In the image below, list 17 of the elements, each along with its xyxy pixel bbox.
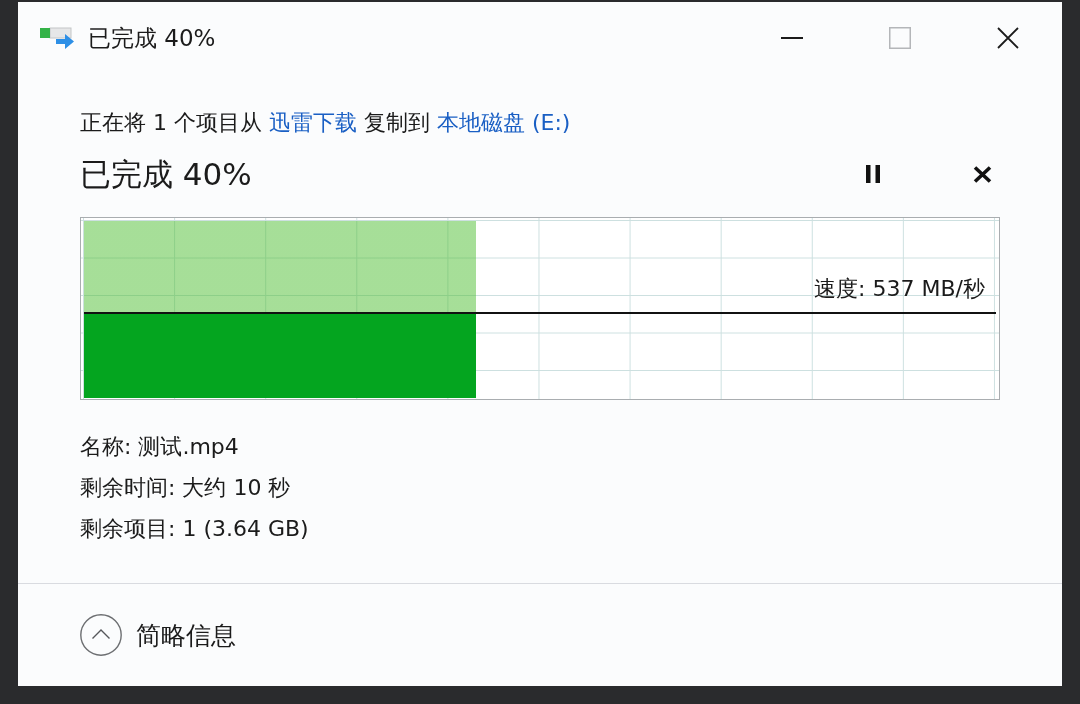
- close-icon: [997, 27, 1019, 49]
- details-toggle-button[interactable]: 简略信息: [80, 614, 236, 656]
- location-link[interactable]: 本地磁盘 (E:): [437, 110, 571, 135]
- location-link[interactable]: 迅雷下载: [269, 110, 357, 135]
- minimize-icon: [781, 37, 803, 39]
- copy-files-icon: [40, 27, 74, 49]
- window-title: 已完成 40%: [88, 23, 217, 53]
- maximize-icon: [889, 27, 911, 49]
- detail-text: 名称: 测试.mp4: [80, 433, 239, 461]
- chevron-up-circle-icon: [80, 614, 122, 656]
- cancel-icon: [972, 165, 992, 183]
- progress-heading: 已完成 40%: [80, 155, 253, 194]
- detail-text: 剩余时间: 大约 10 秒: [80, 474, 291, 502]
- detail-text: 剩余项目: 1 (3.64 GB): [80, 515, 309, 543]
- speed-label: 速度: 537 MB/秒: [814, 275, 985, 303]
- pause-icon: [865, 165, 881, 183]
- copy-description: 正在将 1 个项目从 迅雷下载 复制到 本地磁盘 (E:): [80, 109, 572, 137]
